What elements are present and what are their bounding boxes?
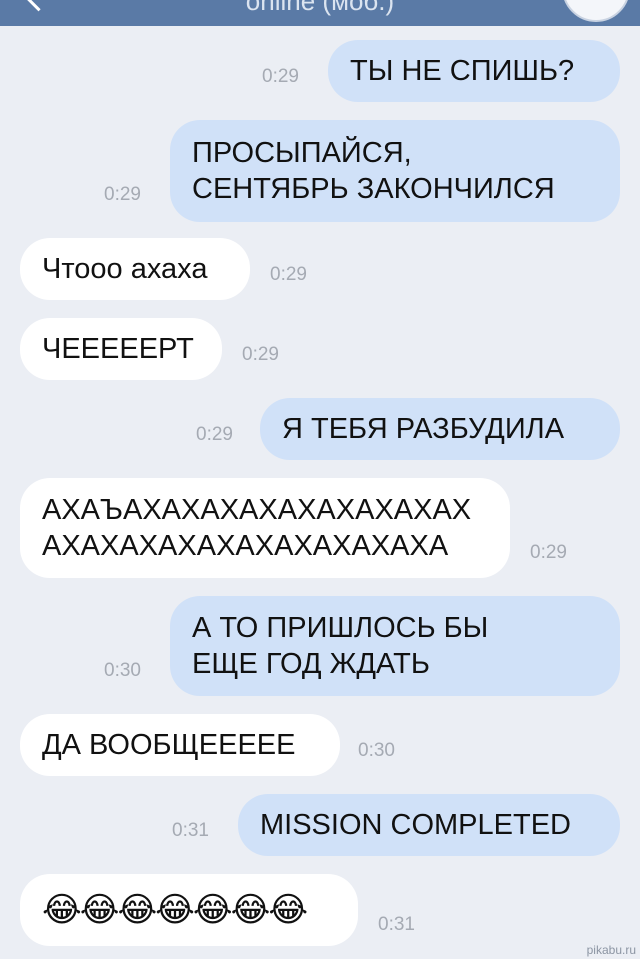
message-bubble-incoming[interactable]: ЧЕЕЕЕЕРТ [20,318,222,380]
message-time: 0:31 [172,820,209,841]
message-time: 0:29 [262,66,299,87]
watermark: pikabu.ru [586,943,636,957]
message-bubble-incoming[interactable]: ДА ВООБЩЕЕЕЕЕ [20,714,340,776]
avatar[interactable] [562,0,630,22]
message-text: А ТО ПРИШЛОСЬ БЫ ЕЩЕ ГОД ЖДАТЬ [192,612,489,680]
message-bubble-incoming[interactable]: АХАЪАХАХАХАХАХАХАХАХАХ АХАХАХАХАХАХАХАХА… [20,478,510,578]
message-bubble-outgoing[interactable]: MISSION COMPLETED [238,794,620,856]
message-time: 0:29 [242,344,279,365]
message-time: 0:29 [530,542,567,563]
message-text: Чтооо ахаха [42,253,208,285]
message-text: ТЫ НЕ СПИШЬ? [350,55,575,87]
chat-screen: online (моб.) 0:29 ТЫ НЕ СПИШЬ? 0:29 ПРО… [0,0,640,959]
message-time: 0:31 [378,914,415,935]
message-bubble-outgoing[interactable]: Я ТЕБЯ РАЗБУДИЛА [260,398,620,460]
message-bubble-outgoing[interactable]: ТЫ НЕ СПИШЬ? [328,40,620,102]
message-bubble-outgoing[interactable]: ПРОСЫПАЙСЯ, СЕНТЯБРЬ ЗАКОНЧИЛСЯ [170,120,620,222]
message-text: ЧЕЕЕЕЕРТ [42,333,194,365]
message-text: ДА ВООБЩЕЕЕЕЕ [42,729,296,761]
message-bubble-incoming[interactable]: 😂😂😂😂😂😂😂 [20,874,358,946]
message-time: 0:29 [104,184,141,205]
message-text: ПРОСЫПАЙСЯ, СЕНТЯБРЬ ЗАКОНЧИЛСЯ [192,137,555,205]
message-time: 0:29 [270,264,307,285]
contact-status: online (моб.) [245,0,395,16]
message-time: 0:29 [196,424,233,445]
emoji-laughing-icon: 😂😂😂😂😂😂😂 [42,890,308,930]
message-text: Я ТЕБЯ РАЗБУДИЛА [282,413,565,445]
message-time: 0:30 [104,660,141,681]
message-bubble-outgoing[interactable]: А ТО ПРИШЛОСЬ БЫ ЕЩЕ ГОД ЖДАТЬ [170,596,620,696]
message-list: 0:29 ТЫ НЕ СПИШЬ? 0:29 ПРОСЫПАЙСЯ, СЕНТЯ… [0,26,640,959]
message-text: АХАЪАХАХАХАХАХАХАХАХАХ АХАХАХАХАХАХАХАХА… [42,494,472,562]
top-bar: online (моб.) [0,0,640,26]
message-time: 0:30 [358,740,395,761]
message-text: MISSION COMPLETED [260,809,571,841]
message-bubble-incoming[interactable]: Чтооо ахаха [20,238,250,300]
